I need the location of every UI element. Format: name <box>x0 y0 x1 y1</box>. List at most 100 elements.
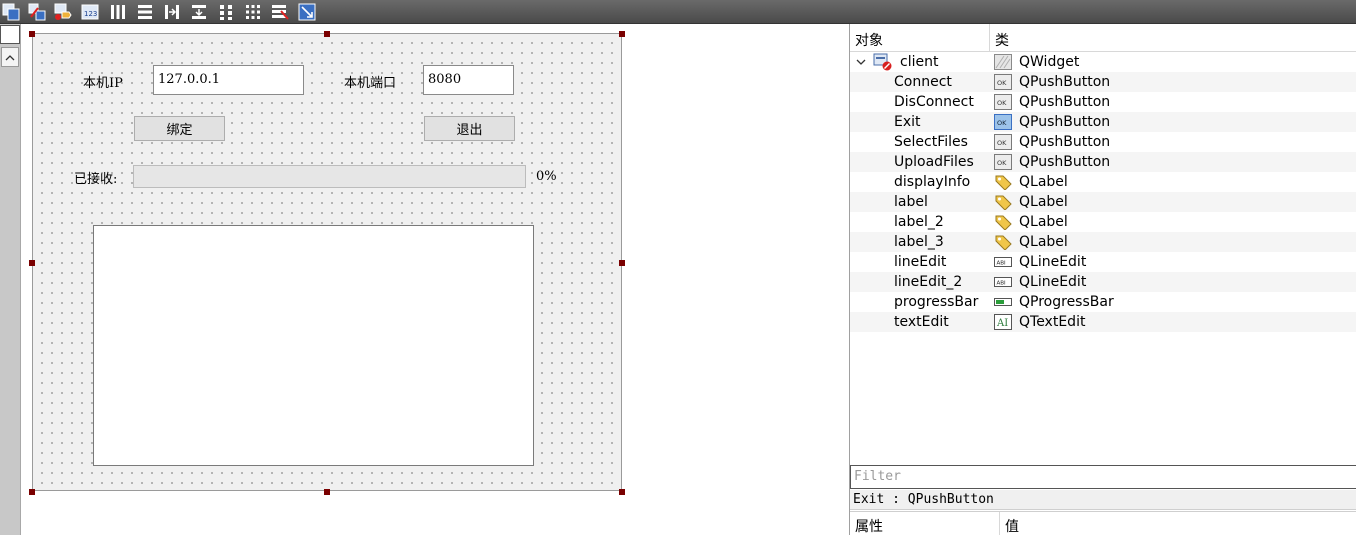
selection-info: Exit : QPushButton <box>850 490 1356 510</box>
tree-item-class: QLabel <box>1019 174 1068 190</box>
column-object-header[interactable]: 对象 <box>850 24 990 51</box>
layout-grid-icon[interactable] <box>243 2 263 22</box>
tree-row[interactable]: Connect OK QPushButton <box>850 72 1356 92</box>
tree-row[interactable]: Exit OK QPushButton <box>850 112 1356 132</box>
received-label: 已接收: <box>74 172 118 187</box>
break-layout-icon[interactable] <box>270 2 290 22</box>
edit-buddies-icon[interactable] <box>53 2 73 22</box>
lineedit-icon: ABI <box>994 254 1012 270</box>
label-tag-icon <box>994 234 1012 250</box>
adjust-size-icon[interactable] <box>297 2 317 22</box>
textedit-icon: AI <box>994 314 1012 330</box>
resize-handle-bottom-left[interactable] <box>29 489 35 495</box>
tree-item-class: QProgressBar <box>1019 294 1114 310</box>
svg-text:AI: AI <box>996 318 1008 329</box>
svg-text:OK: OK <box>997 139 1007 147</box>
svg-text:OK: OK <box>997 79 1007 87</box>
client-form[interactable]: 本机IP 127.0.0.1 本机端口 8080 绑定 退出 已接收: 0% <box>32 33 622 491</box>
edit-widgets-icon[interactable] <box>1 2 21 22</box>
filter-input[interactable]: Filter <box>850 465 1356 489</box>
scroll-up-arrow-icon[interactable] <box>1 47 19 67</box>
object-inspector: 对象 类 client QWidget Connect OK QPushButton… <box>849 24 1356 535</box>
tree-row[interactable]: lineEdit ABI QLineEdit <box>850 252 1356 272</box>
column-property-header[interactable]: 属性 <box>850 512 1000 535</box>
resize-handle-top-left[interactable] <box>29 31 35 37</box>
label-tag-icon <box>994 214 1012 230</box>
tree-row[interactable]: lineEdit_2 ABI QLineEdit <box>850 272 1356 292</box>
resize-handle-middle-right[interactable] <box>619 260 625 266</box>
svg-text:ABI: ABI <box>997 281 1007 287</box>
qwidget-root-icon <box>873 53 892 71</box>
lineedit-icon: ABI <box>994 274 1012 290</box>
tree-item-class: QPushButton <box>1019 114 1111 130</box>
tree-row[interactable]: DisConnect OK QPushButton <box>850 92 1356 112</box>
layout-horizontal-icon[interactable] <box>108 2 128 22</box>
qwidget-icon <box>994 54 1012 70</box>
tree-root-class: QWidget <box>1019 54 1080 70</box>
tree-item-class: QPushButton <box>1019 74 1111 90</box>
local-port-input[interactable]: 8080 <box>423 65 514 95</box>
tree-item-name: lineEdit <box>894 254 947 270</box>
tree-item-name: lineEdit_2 <box>894 274 963 290</box>
strip-input-box[interactable] <box>0 25 20 44</box>
tree-row-root[interactable]: client QWidget <box>850 52 1356 72</box>
exit-button[interactable]: 退出 <box>424 116 515 141</box>
tree-item-class: QLineEdit <box>1019 254 1087 270</box>
tree-item-name: label_2 <box>894 214 944 230</box>
property-editor-header: 属性 值 <box>850 511 1356 535</box>
resize-handle-middle-left[interactable] <box>29 260 35 266</box>
tree-item-name: textEdit <box>894 314 949 330</box>
tree-row[interactable]: displayInfo QLabel <box>850 172 1356 192</box>
local-ip-input[interactable]: 127.0.0.1 <box>153 65 304 95</box>
tree-item-name: DisConnect <box>894 94 974 110</box>
tree-row[interactable]: label_3 QLabel <box>850 232 1356 252</box>
resize-handle-bottom-right[interactable] <box>619 489 625 495</box>
svg-text:OK: OK <box>997 99 1007 107</box>
pushbutton-icon: OK <box>994 94 1012 110</box>
tree-item-name: label <box>894 194 928 210</box>
column-class-header[interactable]: 类 <box>990 24 1009 51</box>
tree-item-name: displayInfo <box>894 174 971 190</box>
layout-vertical-icon[interactable] <box>135 2 155 22</box>
tree-item-name: Connect <box>894 74 952 90</box>
receive-progress-bar <box>133 165 526 188</box>
label-tag-icon <box>994 194 1012 210</box>
svg-text:123: 123 <box>84 10 97 18</box>
tree-row[interactable]: label_2 QLabel <box>850 212 1356 232</box>
tree-row[interactable]: SelectFiles OK QPushButton <box>850 132 1356 152</box>
column-value-header[interactable]: 值 <box>1000 512 1019 535</box>
progressbar-icon <box>994 294 1012 310</box>
tree-row[interactable]: UploadFiles OK QPushButton <box>850 152 1356 172</box>
layout-form-icon[interactable] <box>216 2 236 22</box>
tree-item-name: UploadFiles <box>894 154 974 170</box>
resize-handle-top-right[interactable] <box>619 31 625 37</box>
tree-row[interactable]: label QLabel <box>850 192 1356 212</box>
editor-side-strip <box>0 24 21 535</box>
label-tag-icon <box>994 174 1012 190</box>
tree-item-class: QLabel <box>1019 234 1068 250</box>
tree-item-name: label_3 <box>894 234 944 250</box>
resize-handle-top-middle[interactable] <box>324 31 330 37</box>
pushbutton-icon: OK <box>994 134 1012 150</box>
resize-handle-bottom-middle[interactable] <box>324 489 330 495</box>
tree-item-class: QTextEdit <box>1019 314 1086 330</box>
bind-button[interactable]: 绑定 <box>134 116 225 141</box>
chevron-down-icon[interactable] <box>855 55 867 69</box>
tree-row[interactable]: textEdit AI QTextEdit <box>850 312 1356 332</box>
tree-row[interactable]: progressBar QProgressBar <box>850 292 1356 312</box>
local-port-label: 本机端口 <box>344 76 397 91</box>
layout-horizontal-splitter-icon[interactable] <box>162 2 182 22</box>
tree-item-name: progressBar <box>894 294 979 310</box>
svg-text:OK: OK <box>997 119 1007 127</box>
info-text-edit[interactable] <box>93 225 534 466</box>
pushbutton-selected-icon: OK <box>994 114 1012 130</box>
layout-vertical-splitter-icon[interactable] <box>189 2 209 22</box>
tree-item-name: SelectFiles <box>894 134 968 150</box>
tree-item-class: QLineEdit <box>1019 274 1087 290</box>
svg-text:ABI: ABI <box>997 261 1007 267</box>
pushbutton-icon: OK <box>994 154 1012 170</box>
edit-signals-slots-icon[interactable] <box>27 2 47 22</box>
object-tree: client QWidget Connect OK QPushButton DisCo… <box>850 52 1356 332</box>
tree-item-name: Exit <box>894 114 921 130</box>
edit-tab-order-icon[interactable]: 123 <box>80 2 100 22</box>
